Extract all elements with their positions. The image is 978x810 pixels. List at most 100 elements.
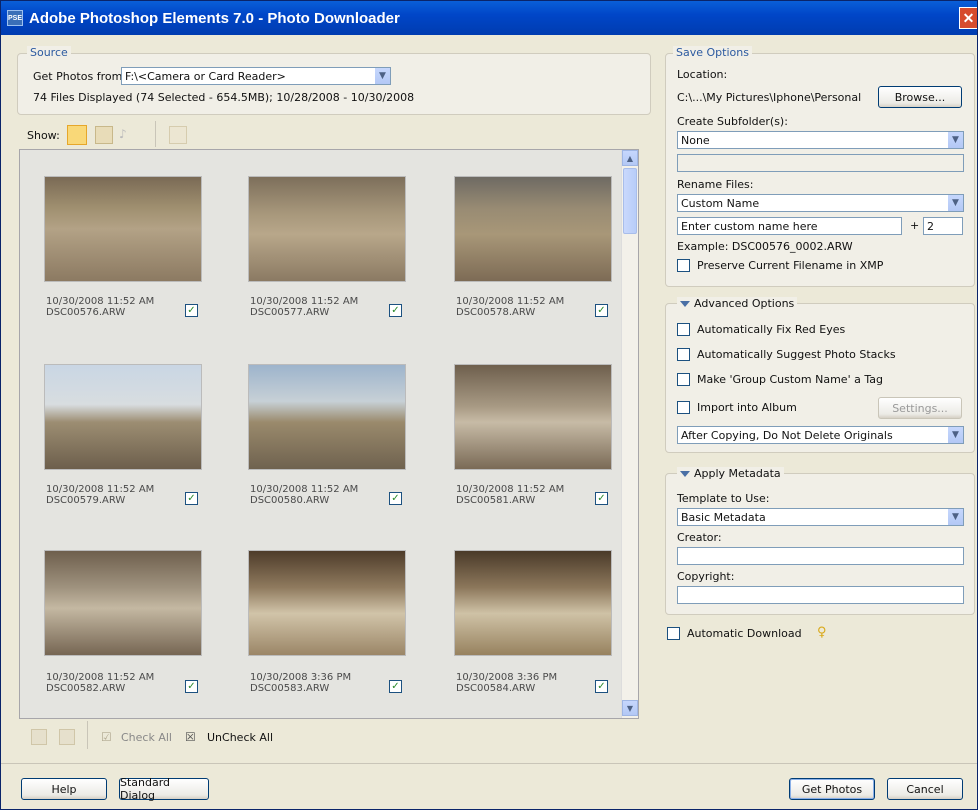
photo-checkbox[interactable]: ✓: [595, 492, 608, 505]
apply-metadata-toggle[interactable]: Apply Metadata: [677, 467, 784, 480]
window-title: Adobe Photoshop Elements 7.0 - Photo Dow…: [29, 9, 400, 27]
import-album-checkbox[interactable]: [677, 401, 690, 414]
toolbar-divider: [87, 721, 88, 749]
close-icon[interactable]: ✕: [959, 7, 977, 29]
show-photos-icon[interactable]: [67, 125, 87, 145]
group-tag-checkbox[interactable]: [677, 373, 690, 386]
source-legend: Source: [27, 46, 71, 59]
photo-thumbnail[interactable]: [454, 550, 612, 656]
automatic-download-checkbox[interactable]: [667, 627, 680, 640]
photo-caption: 10/30/2008 3:36 PM DSC00583.ARW: [250, 672, 352, 694]
help-button[interactable]: Help: [21, 778, 107, 800]
show-video-icon[interactable]: [95, 126, 113, 144]
photo-checkbox[interactable]: ✓: [185, 680, 198, 693]
photo-downloader-window: PSE Adobe Photoshop Elements 7.0 - Photo…: [0, 0, 978, 810]
browse-button[interactable]: Browse...: [878, 86, 962, 108]
photo-thumbnail[interactable]: [454, 364, 612, 470]
subfolder-name-field: [677, 154, 964, 172]
creator-field[interactable]: [677, 547, 964, 565]
advanced-options-toggle[interactable]: Advanced Options: [677, 297, 798, 310]
toolbar-divider: [155, 121, 156, 147]
rotate-left-icon[interactable]: [31, 729, 47, 745]
template-label: Template to Use:: [677, 492, 770, 505]
show-audio-icon[interactable]: ♪: [119, 127, 135, 143]
after-copying-select[interactable]: After Copying, Do Not Delete Originals ▼: [677, 426, 964, 444]
title-bar[interactable]: PSE Adobe Photoshop Elements 7.0 - Photo…: [1, 1, 977, 35]
uncheck-all-button[interactable]: UnCheck All: [207, 731, 273, 744]
photo-thumbnail[interactable]: [248, 176, 406, 282]
chevron-down-icon[interactable]: ▼: [947, 195, 963, 211]
get-photos-from-label: Get Photos from:: [33, 70, 127, 83]
get-photos-from-select[interactable]: F:\<Camera or Card Reader> ▼: [121, 67, 391, 85]
photo-caption: 10/30/2008 11:52 AM DSC00582.ARW: [46, 672, 155, 694]
photo-checkbox[interactable]: ✓: [389, 680, 402, 693]
photo-thumbnail[interactable]: [248, 550, 406, 656]
photo-caption: 10/30/2008 11:52 AM DSC00577.ARW: [250, 296, 359, 318]
example-filename: Example: DSC00576_0002.ARW: [677, 240, 853, 253]
rename-files-label: Rename Files:: [677, 178, 754, 191]
suggest-stacks-label: Automatically Suggest Photo Stacks: [697, 348, 896, 361]
chevron-down-icon[interactable]: ▼: [947, 132, 963, 148]
template-select[interactable]: Basic Metadata ▼: [677, 508, 964, 526]
rename-files-value: Custom Name: [681, 196, 760, 210]
preserve-filename-checkbox[interactable]: [677, 259, 690, 272]
gallery-scrollbar[interactable]: ▲ ▼: [621, 150, 638, 718]
photo-checkbox[interactable]: ✓: [595, 304, 608, 317]
cancel-button[interactable]: Cancel: [887, 778, 963, 800]
creator-label: Creator:: [677, 531, 722, 544]
chevron-down-icon[interactable]: ▼: [947, 427, 963, 443]
expand-triangle-icon: [680, 470, 690, 477]
automatic-download-label: Automatic Download: [687, 627, 802, 640]
subfolder-select[interactable]: None ▼: [677, 131, 964, 149]
photo-gallery[interactable]: 10/30/2008 11:52 AM DSC00576.ARW ✓ 10/30/…: [19, 149, 639, 719]
scroll-thumb[interactable]: [623, 168, 637, 234]
expand-triangle-icon: [680, 300, 690, 307]
footer-divider: [1, 763, 977, 764]
photo-thumbnail[interactable]: [248, 364, 406, 470]
lightbulb-icon[interactable]: ♀: [817, 625, 827, 640]
preserve-filename-label: Preserve Current Filename in XMP: [697, 259, 884, 272]
chevron-down-icon[interactable]: ▼: [374, 68, 390, 84]
standard-dialog-button[interactable]: Standard Dialog: [119, 776, 209, 802]
photo-thumbnail[interactable]: [44, 550, 202, 656]
photo-caption: 10/30/2008 11:52 AM DSC00579.ARW: [46, 484, 155, 506]
photo-checkbox[interactable]: ✓: [389, 304, 402, 317]
chevron-down-icon[interactable]: ▼: [947, 509, 963, 525]
plus-sign: +: [910, 219, 920, 232]
settings-button[interactable]: Settings...: [878, 397, 962, 419]
import-album-label: Import into Album: [697, 401, 797, 414]
photo-caption: 10/30/2008 11:52 AM DSC00576.ARW: [46, 296, 155, 318]
rotate-right-icon[interactable]: [59, 729, 75, 745]
suggest-stacks-checkbox[interactable]: [677, 348, 690, 361]
photo-thumbnail[interactable]: [454, 176, 612, 282]
check-all-button[interactable]: Check All: [121, 731, 172, 744]
get-photos-from-value: F:\<Camera or Card Reader>: [125, 69, 286, 83]
custom-name-field[interactable]: Enter custom name here: [677, 217, 902, 235]
fix-red-eyes-checkbox[interactable]: [677, 323, 690, 336]
show-stacks-icon[interactable]: [169, 126, 187, 144]
subfolder-value: None: [681, 133, 710, 147]
advanced-options-title: Advanced Options: [694, 297, 795, 310]
location-label: Location:: [677, 68, 728, 81]
custom-name-placeholder: Enter custom name here: [681, 219, 818, 233]
scroll-up-icon[interactable]: ▲: [622, 150, 638, 166]
photo-checkbox[interactable]: ✓: [389, 492, 402, 505]
rename-files-select[interactable]: Custom Name ▼: [677, 194, 964, 212]
photo-thumbnail[interactable]: [44, 176, 202, 282]
apply-metadata-title: Apply Metadata: [694, 467, 781, 480]
show-label: Show:: [27, 129, 60, 142]
photo-caption: 10/30/2008 11:52 AM DSC00581.ARW: [456, 484, 565, 506]
save-options-legend: Save Options: [673, 46, 752, 59]
after-copying-value: After Copying, Do Not Delete Originals: [681, 428, 893, 442]
files-summary: 74 Files Displayed (74 Selected - 654.5M…: [33, 91, 415, 104]
start-number-field[interactable]: 2: [923, 217, 963, 235]
scroll-down-icon[interactable]: ▼: [622, 700, 638, 716]
photo-thumbnail[interactable]: [44, 364, 202, 470]
get-photos-button[interactable]: Get Photos: [789, 778, 875, 800]
uncheck-all-icon: ☒: [185, 730, 196, 744]
photo-checkbox[interactable]: ✓: [185, 492, 198, 505]
photo-checkbox[interactable]: ✓: [185, 304, 198, 317]
copyright-field[interactable]: [677, 586, 964, 604]
start-number-value: 2: [927, 219, 934, 233]
photo-checkbox[interactable]: ✓: [595, 680, 608, 693]
